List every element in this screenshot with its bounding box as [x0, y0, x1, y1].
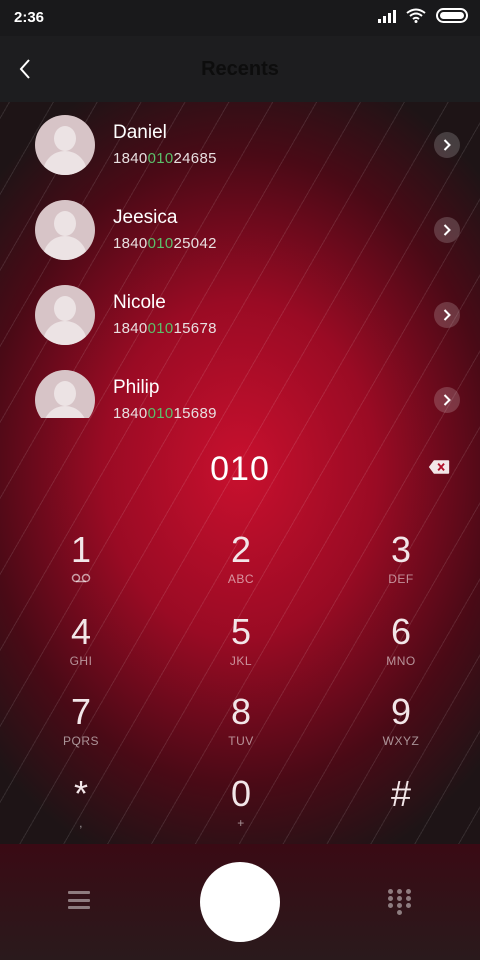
key-3[interactable]: 3 DEF	[341, 530, 461, 610]
key-letters: GHI	[69, 654, 93, 668]
battery-icon	[436, 8, 468, 23]
chevron-right-icon	[443, 394, 451, 406]
key-8[interactable]: 8 TUV	[181, 692, 301, 772]
dial-display: 010	[0, 418, 480, 518]
key-digit: #	[390, 773, 412, 814]
key-letters: ABC	[227, 572, 255, 586]
key-digit: 0	[230, 773, 252, 814]
key-letters: DEF	[388, 572, 414, 586]
contact-details-button[interactable]	[434, 217, 460, 243]
chevron-right-icon	[443, 309, 451, 321]
contact-item[interactable]: Daniel 184001024685	[0, 102, 480, 186]
contact-item[interactable]: Philip 184001015689	[0, 357, 480, 418]
contact-number: 184001015678	[113, 320, 217, 337]
avatar	[35, 115, 95, 175]
key-digit: 5	[230, 611, 252, 652]
chevron-right-icon	[443, 224, 451, 236]
wifi-icon	[406, 8, 426, 23]
contact-name: Jeesica	[113, 207, 178, 228]
key-digit: 4	[70, 611, 92, 652]
key-9[interactable]: 9 WXYZ	[341, 692, 461, 772]
key-digit: 2	[230, 529, 252, 570]
key-1[interactable]: 1	[21, 530, 141, 610]
bottom-bar	[0, 844, 480, 960]
key-digit: 6	[390, 611, 412, 652]
key-letters: PQRS	[62, 734, 99, 748]
key-digit: 9	[390, 691, 412, 732]
avatar	[35, 200, 95, 260]
key-hash[interactable]: #	[341, 774, 461, 854]
key-2[interactable]: 2 ABC	[181, 530, 301, 610]
contact-number: 184001015689	[113, 405, 217, 418]
contact-name: Nicole	[113, 292, 166, 313]
key-letters: WXYZ	[382, 734, 420, 748]
app-header: Recents	[0, 36, 480, 102]
keypad: 1 2 ABC 3 DEF 4 GHI 5 JKL 6 MNO 7 PQRS 8…	[0, 518, 480, 844]
key-5[interactable]: 5 JKL	[181, 612, 301, 692]
call-button[interactable]	[200, 862, 280, 942]
key-digit: 1	[70, 529, 92, 570]
key-digit: 3	[390, 529, 412, 570]
status-time: 2:36	[14, 9, 45, 26]
key-letters: TUV	[228, 734, 254, 748]
key-letters: ,	[79, 816, 83, 830]
backspace-icon[interactable]	[428, 458, 450, 476]
avatar	[35, 370, 95, 418]
status-bar: 2:36	[0, 0, 480, 36]
contact-number: 184001024685	[113, 150, 217, 167]
contact-number: 184001025042	[113, 235, 217, 252]
key-6[interactable]: 6 MNO	[341, 612, 461, 692]
contact-details-button[interactable]	[434, 387, 460, 413]
contact-suggestions: Daniel 184001024685 Jeesica 184001025042…	[0, 102, 480, 418]
contact-item[interactable]: Nicole 184001015678	[0, 272, 480, 356]
key-letters: MNO	[386, 654, 416, 668]
key-4[interactable]: 4 GHI	[21, 612, 141, 692]
key-7[interactable]: 7 PQRS	[21, 692, 141, 772]
key-letters: JKL	[229, 654, 253, 668]
dialer-screen: 2:36 Recents Daniel 184001024685 Jeesica…	[0, 0, 480, 960]
contact-details-button[interactable]	[434, 302, 460, 328]
key-digit: 8	[230, 691, 252, 732]
status-icons	[378, 8, 468, 23]
key-star[interactable]: * ,	[21, 774, 141, 854]
key-digit: 7	[70, 691, 92, 732]
contact-item[interactable]: Jeesica 184001025042	[0, 187, 480, 271]
menu-icon[interactable]	[68, 891, 90, 909]
contact-name: Daniel	[113, 122, 167, 143]
chevron-right-icon	[443, 139, 451, 151]
key-0[interactable]: 0 +	[181, 774, 301, 854]
dialed-number: 010	[210, 450, 270, 488]
voicemail-icon	[21, 572, 141, 586]
contact-details-button[interactable]	[434, 132, 460, 158]
key-letters: +	[237, 816, 245, 830]
dialpad-icon[interactable]	[388, 889, 412, 917]
key-digit: *	[73, 773, 88, 814]
page-title: Recents	[201, 58, 279, 80]
avatar	[35, 285, 95, 345]
contact-name: Philip	[113, 377, 160, 398]
signal-icon	[378, 9, 396, 23]
